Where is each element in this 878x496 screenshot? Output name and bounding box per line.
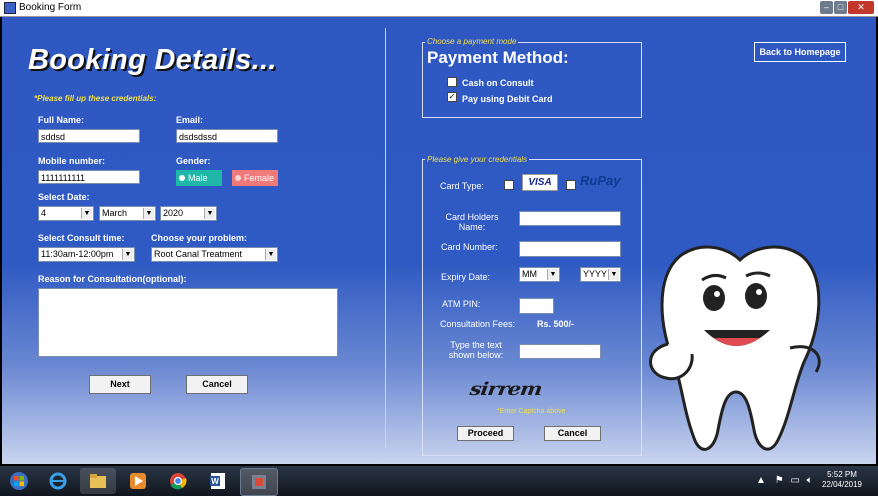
reason-textarea[interactable] [38, 288, 338, 357]
payment-group-title: Choose a payment mode [425, 37, 519, 46]
holder-name-label: Card Holders Name: [445, 212, 499, 232]
payment-cancel-button[interactable]: Cancel [544, 426, 601, 441]
email-label: Email: [176, 115, 204, 125]
month-select[interactable]: March ▼ [99, 206, 156, 221]
rupay-checkbox[interactable] [566, 180, 576, 190]
fees-value: Rs. 500/- [537, 319, 575, 329]
system-tray: ▲ ⚑ ▭ 🔈︎ [756, 475, 813, 486]
windows-icon [10, 472, 28, 490]
pin-label: ATM PIN: [442, 299, 481, 309]
rupay-logo: RuPay [580, 173, 621, 188]
card-number-input[interactable] [519, 241, 621, 257]
holder-name-input[interactable] [519, 211, 621, 226]
debit-checkbox[interactable]: ✓ [447, 92, 457, 102]
visa-logo: VISA [522, 174, 558, 191]
taskbar-word[interactable]: W [200, 468, 236, 494]
back-to-homepage-button[interactable]: Back to Homepage [754, 42, 846, 62]
tooth-mascot-icon [649, 245, 821, 451]
window-title: Booking Form [19, 2, 82, 13]
chevron-down-icon: ▼ [265, 249, 276, 260]
card-number-label: Card Number: [441, 242, 498, 252]
expiry-month-select[interactable]: MM ▼ [519, 267, 560, 282]
svg-text:W: W [211, 477, 219, 486]
start-button[interactable] [4, 468, 34, 494]
show-hidden-icons-icon[interactable]: ▲ [756, 475, 766, 486]
chevron-down-icon: ▼ [122, 249, 133, 260]
action-center-flag-icon[interactable]: ⚑ [775, 475, 784, 486]
credentials-group-title: Please give your credentials [425, 155, 530, 164]
pin-input[interactable] [519, 298, 554, 314]
clock-date: 22/04/2019 [821, 480, 863, 489]
chrome-icon [170, 473, 187, 490]
maximize-button[interactable]: □ [834, 1, 847, 14]
chevron-down-icon: ▼ [204, 208, 215, 219]
minimize-button[interactable]: – [820, 1, 833, 14]
expiry-label: Expiry Date: [441, 272, 491, 282]
gender-female-radio[interactable]: Female [232, 170, 278, 186]
network-icon[interactable]: ▭ [790, 475, 799, 486]
mobile-label: Mobile number: [38, 156, 105, 166]
volume-icon[interactable]: 🔈︎ [807, 475, 813, 486]
cancel-button[interactable]: Cancel [186, 375, 248, 394]
problem-label: Choose your problem: [151, 233, 248, 243]
divider [385, 28, 386, 448]
page-title: Booking Details... [28, 44, 277, 76]
media-player-icon [130, 473, 146, 489]
problem-select[interactable]: Root Canal Treatment ▼ [151, 247, 278, 262]
email-input[interactable]: dsdsdssd [176, 129, 278, 143]
gender-male-radio[interactable]: Male [176, 170, 222, 186]
taskbar-chrome[interactable] [160, 468, 196, 494]
captcha-input[interactable] [519, 344, 601, 359]
captcha-note: *Enter Captcha above [497, 408, 566, 415]
chevron-down-icon: ▼ [547, 269, 558, 280]
proceed-button[interactable]: Proceed [457, 426, 514, 441]
reason-label: Reason for Consultation(optional): [38, 274, 187, 284]
full-name-input[interactable]: sddsd [38, 129, 140, 143]
visa-checkbox[interactable] [504, 180, 514, 190]
full-name-label: Full Name: [38, 115, 85, 125]
taskbar-media[interactable] [120, 468, 156, 494]
word-icon: W [210, 473, 225, 489]
clock-time: 5:52 PM [827, 470, 857, 479]
folder-icon [90, 474, 106, 488]
chevron-down-icon: ▼ [81, 208, 92, 219]
internet-explorer-icon [49, 472, 67, 490]
year-select[interactable]: 2020 ▼ [160, 206, 217, 221]
taskbar-booking-app[interactable] [240, 468, 278, 496]
cash-label: Cash on Consult [462, 78, 534, 88]
title-bar: Booking Form – □ ✕ [0, 0, 878, 17]
taskbar: W ▲ ⚑ ▭ 🔈︎ 5:52 PM 22/04/2019 [0, 466, 878, 496]
day-select[interactable]: 4 ▼ [38, 206, 94, 221]
debit-label: Pay using Debit Card [462, 94, 553, 104]
captcha-prompt: Type the text shown below: [448, 340, 504, 360]
java-app-icon [252, 475, 266, 489]
taskbar-ie[interactable] [40, 468, 76, 494]
radio-dot-icon [179, 175, 185, 181]
consult-time-label: Select Consult time: [38, 233, 125, 243]
date-label: Select Date: [38, 192, 90, 202]
taskbar-explorer[interactable] [80, 468, 116, 494]
payment-heading: Payment Method: [427, 48, 569, 67]
cash-checkbox[interactable] [447, 77, 457, 87]
mobile-input[interactable]: 1111111111 [38, 170, 140, 184]
chevron-down-icon: ▼ [608, 269, 619, 280]
radio-dot-icon [235, 175, 241, 181]
instruction-note: *Please fill up these credentials: [34, 94, 157, 103]
gender-label: Gender: [176, 156, 211, 166]
card-type-label: Card Type: [440, 181, 484, 191]
next-button[interactable]: Next [89, 375, 151, 394]
chevron-down-icon: ▼ [143, 208, 154, 219]
clock[interactable]: 5:52 PM 22/04/2019 [818, 470, 866, 490]
booking-window: Booking Form – □ ✕ Booking Details... *P… [0, 0, 878, 496]
fees-label: Consultation Fees: [440, 319, 516, 329]
app-icon [4, 2, 16, 14]
expiry-year-select[interactable]: YYYY ▼ [580, 267, 621, 282]
consult-time-select[interactable]: 11:30am-12:00pm ▼ [38, 247, 135, 262]
captcha-image: sirrem [468, 377, 544, 400]
close-button[interactable]: ✕ [848, 1, 874, 14]
